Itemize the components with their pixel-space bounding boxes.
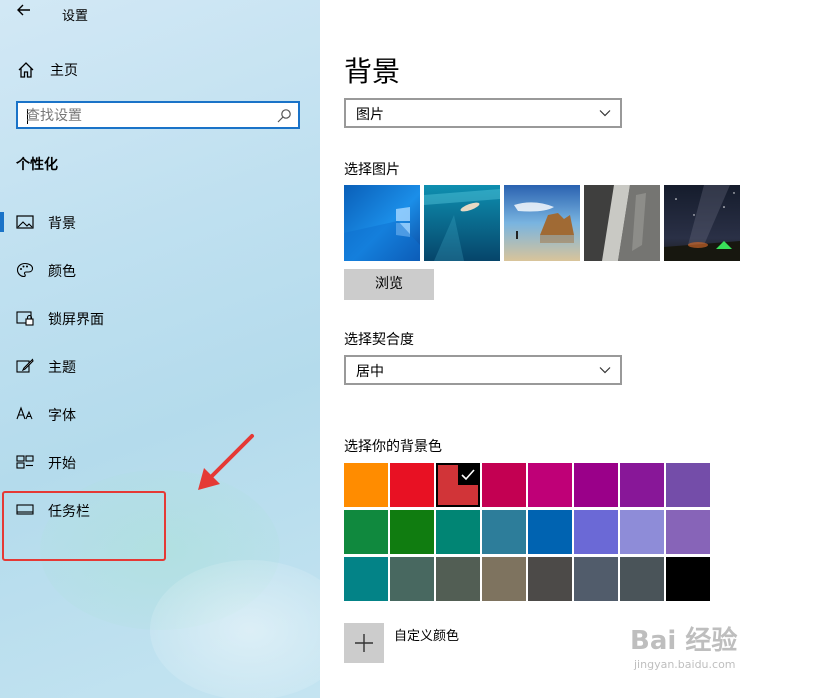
color-swatch[interactable]: [390, 557, 434, 601]
font-icon: [16, 406, 33, 420]
picture-thumbnail[interactable]: [344, 185, 420, 261]
chevron-down-icon: [599, 110, 611, 117]
lock-screen-icon: [16, 311, 34, 326]
annotation-arrow-icon: [198, 434, 254, 490]
color-swatch[interactable]: [528, 510, 572, 554]
color-swatch[interactable]: [390, 463, 434, 507]
sidebar-item-label: 字体: [48, 408, 76, 424]
search-icon[interactable]: [276, 108, 292, 124]
plus-icon: [355, 634, 373, 652]
annotation-highlight-box: [2, 491, 166, 561]
sidebar-item-themes[interactable]: 主题: [0, 351, 320, 381]
fit-label: 选择契合度: [344, 332, 414, 348]
fit-dropdown[interactable]: 居中: [344, 355, 622, 385]
color-swatch[interactable]: [574, 510, 618, 554]
theme-brush-icon: [16, 358, 34, 373]
sidebar: 设置 主页 个性化 背景 颜色: [0, 0, 320, 698]
home-icon: [18, 62, 34, 78]
color-swatch[interactable]: [666, 510, 710, 554]
app-title: 设置: [62, 9, 89, 24]
picture-thumbnail[interactable]: [664, 185, 740, 261]
start-menu-icon: [16, 455, 34, 469]
color-swatch[interactable]: [482, 510, 526, 554]
choose-picture-label: 选择图片: [344, 162, 400, 178]
color-swatch[interactable]: [390, 510, 434, 554]
sidebar-item-label: 主题: [48, 360, 76, 376]
color-swatch[interactable]: [620, 463, 664, 507]
color-swatch[interactable]: [666, 463, 710, 507]
color-swatch[interactable]: [620, 557, 664, 601]
color-swatch[interactable]: [344, 557, 388, 601]
sidebar-item-background[interactable]: 背景: [0, 207, 320, 237]
sidebar-item-fonts[interactable]: 字体: [0, 399, 320, 429]
search-input[interactable]: [26, 106, 266, 126]
color-swatch[interactable]: [620, 510, 664, 554]
fit-value: 居中: [356, 364, 384, 380]
color-swatch[interactable]: [666, 557, 710, 601]
beach-rocks-wallpaper-icon: [504, 185, 580, 261]
color-swatch[interactable]: [344, 510, 388, 554]
page-title: 背景: [344, 55, 401, 88]
sidebar-item-label: 背景: [48, 216, 76, 232]
palette-icon: [16, 262, 34, 278]
color-swatch[interactable]: [574, 463, 618, 507]
selection-indicator: [0, 212, 4, 232]
baidu-watermark: Bai 经验 jingyan.baidu.com: [630, 620, 790, 680]
color-swatch[interactable]: [528, 557, 572, 601]
color-swatch[interactable]: [436, 557, 480, 601]
sidebar-item-label: 开始: [48, 456, 76, 472]
colors-label: 选择你的背景色: [344, 439, 442, 455]
browse-button[interactable]: 浏览: [344, 269, 434, 300]
back-button[interactable]: [12, 2, 36, 24]
rock-waterfall-wallpaper-icon: [584, 185, 660, 261]
underwater-swimmer-wallpaper-icon: [424, 185, 500, 261]
background-type-value: 图片: [356, 107, 384, 123]
title-bar: 设置: [0, 0, 320, 28]
watermark-logo-text: Bai 经验: [630, 626, 738, 656]
custom-color-label: 自定义颜色: [394, 629, 460, 644]
image-icon: [16, 215, 34, 229]
color-swatch[interactable]: [436, 510, 480, 554]
color-swatch[interactable]: [344, 463, 388, 507]
color-swatch[interactable]: [482, 463, 526, 507]
picture-thumbnail[interactable]: [584, 185, 660, 261]
picture-thumbnail[interactable]: [424, 185, 500, 261]
search-box[interactable]: [16, 101, 300, 129]
sidebar-item-label: 颜色: [48, 264, 76, 280]
chevron-down-icon: [599, 367, 611, 374]
checkmark-icon: [458, 465, 478, 485]
color-swatch[interactable]: [436, 463, 480, 507]
home-link[interactable]: 主页: [16, 56, 78, 84]
section-label: 个性化: [16, 157, 58, 173]
sidebar-item-start[interactable]: 开始: [0, 447, 320, 477]
watermark-url: jingyan.baidu.com: [634, 658, 736, 671]
background-type-dropdown[interactable]: 图片: [344, 98, 622, 128]
custom-color-button[interactable]: [344, 623, 384, 663]
color-swatch[interactable]: [574, 557, 618, 601]
night-sky-tent-wallpaper-icon: [664, 185, 740, 261]
back-arrow-icon: [17, 4, 30, 16]
main-panel: 背景 图片 选择图片 浏览 选择契合度 居中 选择你的背景色 自定义颜色: [320, 0, 823, 698]
color-swatch[interactable]: [482, 557, 526, 601]
sidebar-item-colors[interactable]: 颜色: [0, 255, 320, 285]
windows-logo-wallpaper-icon: [344, 185, 420, 261]
sidebar-item-lock-screen[interactable]: 锁屏界面: [0, 303, 320, 333]
sidebar-item-label: 锁屏界面: [48, 312, 104, 328]
home-label: 主页: [50, 63, 78, 79]
picture-thumbnail[interactable]: [504, 185, 580, 261]
color-swatch[interactable]: [528, 463, 572, 507]
